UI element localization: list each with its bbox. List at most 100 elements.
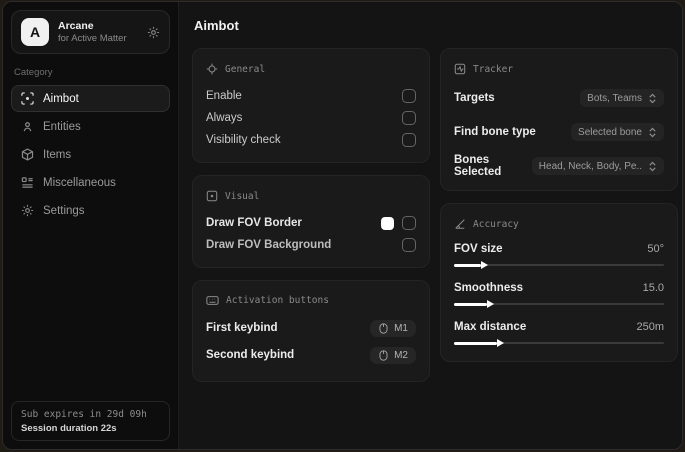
app-subtitle: for Active Matter xyxy=(58,33,127,44)
crosshair-icon xyxy=(206,63,218,75)
keybind-row-first: First keybind M1 xyxy=(206,316,416,340)
bones-selected-dropdown[interactable]: Head, Neck, Body, Pe.. xyxy=(531,157,664,175)
keybind-label: First keybind xyxy=(206,322,278,334)
person-scan-icon xyxy=(21,120,34,133)
subscription-box: Sub expires in 29d 09h Session duration … xyxy=(11,401,170,441)
slider-fill-and-thumb[interactable] xyxy=(454,300,494,308)
toggle-label: Draw FOV Border xyxy=(206,217,302,229)
sub-expires-text: Sub expires in 29d 09h xyxy=(21,409,147,420)
sidebar-item-entities[interactable]: Entities xyxy=(11,113,170,140)
fov-border-checkbox[interactable] xyxy=(402,216,416,230)
tracker-row-find-bone: Find bone type Selected bone xyxy=(454,119,664,145)
app-title: Arcane xyxy=(58,20,94,32)
slider-fill-and-thumb[interactable] xyxy=(454,339,505,347)
fov-size-slider[interactable] xyxy=(454,260,664,270)
visibility-check-checkbox[interactable] xyxy=(402,133,416,147)
slider-group-fov-size: FOV size 50° xyxy=(454,240,664,270)
toggle-label: Enable xyxy=(206,90,242,102)
toggle-row-always: Always xyxy=(206,107,416,129)
keybind-value: M2 xyxy=(394,349,408,361)
sidebar-item-label: Miscellaneous xyxy=(43,176,116,189)
slider-label: Smoothness xyxy=(454,282,524,294)
sidebar: A Arcane for Active Matter Category Aimb… xyxy=(3,2,179,449)
toggle-row-fov-background: Draw FOV Background xyxy=(206,234,416,256)
keybind-value: M1 xyxy=(394,322,408,334)
card-title: Visual xyxy=(225,190,260,202)
tracker-label: Bones Selected xyxy=(454,154,502,178)
slider-label: Max distance xyxy=(454,321,527,333)
fov-border-color-swatch[interactable] xyxy=(381,216,394,230)
sidebar-item-miscellaneous[interactable]: Miscellaneous xyxy=(11,169,170,196)
slider-group-smoothness: Smoothness 15.0 xyxy=(454,279,664,309)
sidebar-item-aimbot[interactable]: Aimbot xyxy=(11,85,170,112)
dropdown-value: Bots, Teams xyxy=(587,92,642,104)
sidebar-item-label: Settings xyxy=(43,204,85,217)
sidebar-menu: Aimbot Entities Items Miscellaneous Sett… xyxy=(11,85,170,224)
toggle-label: Always xyxy=(206,112,243,124)
slider-group-max-distance: Max distance 250m xyxy=(454,318,664,348)
mouse-icon xyxy=(378,349,389,361)
card-title: Accuracy xyxy=(473,218,519,230)
category-label: Category xyxy=(14,67,53,78)
always-checkbox[interactable] xyxy=(402,111,416,125)
sidebar-item-label: Entities xyxy=(43,120,81,133)
toggle-label: Draw FOV Background xyxy=(206,239,332,251)
gear-icon[interactable] xyxy=(147,26,160,39)
left-column: General Enable Always Visibility check V… xyxy=(192,48,430,382)
gear-icon xyxy=(21,204,34,217)
dropdown-value: Head, Neck, Body, Pe.. xyxy=(538,160,642,172)
crosshair-scan-icon xyxy=(21,92,34,105)
tracker-row-bones-selected: Bones Selected Head, Neck, Body, Pe.. xyxy=(454,153,664,179)
slider-value: 50° xyxy=(647,243,664,255)
tracker-card: Tracker Targets Bots, Teams Find bone ty… xyxy=(440,48,678,191)
visual-card: Visual Draw FOV Border Draw FOV Backgrou… xyxy=(192,175,430,268)
general-card: General Enable Always Visibility check xyxy=(192,48,430,163)
max-distance-slider[interactable] xyxy=(454,338,664,348)
keyboard-icon xyxy=(206,295,219,306)
chevrons-up-down-icon xyxy=(648,93,657,104)
sidebar-item-settings[interactable]: Settings xyxy=(11,197,170,224)
toggle-row-visibility-check: Visibility check xyxy=(206,129,416,151)
sidebar-header-text: Arcane for Active Matter xyxy=(58,20,127,44)
chevrons-up-down-icon xyxy=(648,127,657,138)
list-icon xyxy=(21,176,34,189)
arcane-window: A Arcane for Active Matter Category Aimb… xyxy=(2,1,683,450)
sidebar-item-items[interactable]: Items xyxy=(11,141,170,168)
card-title: Tracker xyxy=(473,63,514,75)
page-title: Aimbot xyxy=(194,18,239,33)
card-title: Activation buttons xyxy=(226,295,329,306)
angle-icon xyxy=(454,218,466,230)
fov-background-checkbox[interactable] xyxy=(402,238,416,252)
toggle-row-enable: Enable xyxy=(206,85,416,107)
session-duration-text: Session duration 22s xyxy=(21,423,117,434)
frame-eye-icon xyxy=(206,190,218,202)
right-column: Tracker Targets Bots, Teams Find bone ty… xyxy=(440,48,678,362)
enable-checkbox[interactable] xyxy=(402,89,416,103)
sidebar-header: A Arcane for Active Matter xyxy=(11,10,170,54)
slider-label: FOV size xyxy=(454,243,503,255)
smoothness-slider[interactable] xyxy=(454,299,664,309)
tracker-row-targets: Targets Bots, Teams xyxy=(454,85,664,111)
targets-dropdown[interactable]: Bots, Teams xyxy=(580,89,664,107)
card-title: General xyxy=(225,63,266,75)
tracker-label: Targets xyxy=(454,92,495,104)
activation-card: Activation buttons First keybind M1 Seco… xyxy=(192,280,430,382)
second-keybind-button[interactable]: M2 xyxy=(370,346,416,364)
activity-icon xyxy=(454,63,466,75)
chevrons-up-down-icon xyxy=(648,161,657,172)
first-keybind-button[interactable]: M1 xyxy=(370,319,416,337)
slider-fill-and-thumb[interactable] xyxy=(454,261,489,269)
toggle-label: Visibility check xyxy=(206,134,281,146)
find-bone-type-dropdown[interactable]: Selected bone xyxy=(571,123,664,141)
sidebar-item-label: Aimbot xyxy=(43,92,79,105)
main-panel: Aimbot General Enable Always Visibility … xyxy=(179,2,682,449)
tracker-label: Find bone type xyxy=(454,126,536,138)
accuracy-card: Accuracy FOV size 50° Smoothness 15.0 Ma… xyxy=(440,203,678,362)
keybind-row-second: Second keybind M2 xyxy=(206,343,416,367)
slider-value: 250m xyxy=(636,321,664,333)
toggle-row-fov-border: Draw FOV Border xyxy=(206,212,416,234)
slider-value: 15.0 xyxy=(642,282,664,294)
cube-icon xyxy=(21,148,34,161)
arcane-logo: A xyxy=(21,18,49,46)
mouse-icon xyxy=(378,322,389,334)
